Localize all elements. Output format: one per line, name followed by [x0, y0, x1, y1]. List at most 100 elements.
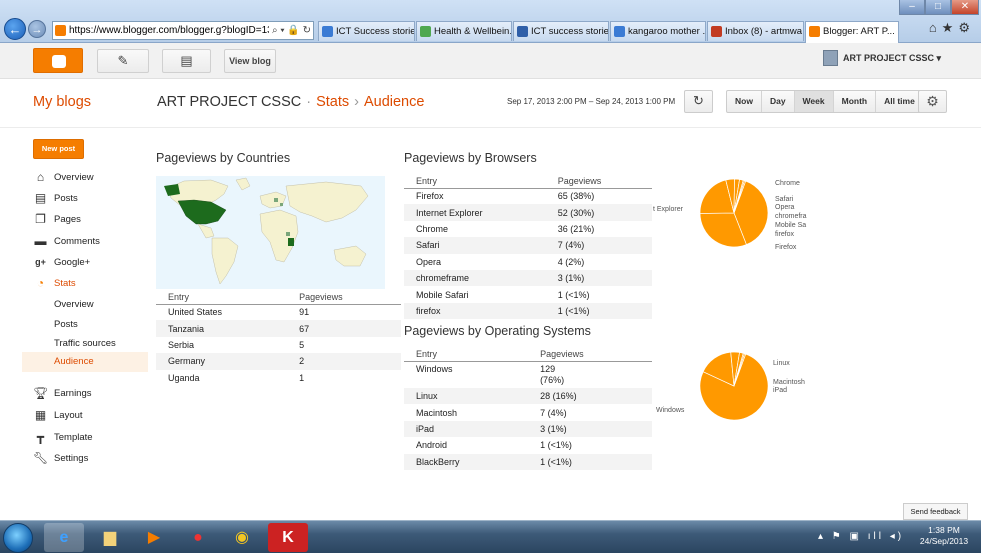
settings-button[interactable]: ⚙ [918, 90, 947, 113]
range-alltime-button[interactable]: All time [876, 91, 923, 112]
table-row[interactable]: Firefox 65 (38%) [404, 188, 652, 204]
pie-label: Firefox [775, 244, 797, 251]
range-now-button[interactable]: Now [727, 91, 762, 112]
new-post-pencil-button[interactable]: ✎ [97, 49, 149, 73]
pie-label: Windows [656, 407, 685, 414]
tab-favicon-icon [809, 26, 820, 37]
map-germany [274, 198, 278, 202]
table-row[interactable]: Mobile Safari 1 (<1%) [404, 286, 652, 302]
table-row[interactable]: Tanzania 67 [156, 320, 401, 337]
send-feedback-button[interactable]: Send feedback [903, 503, 968, 520]
range-month-button[interactable]: Month [834, 91, 877, 112]
table-row[interactable]: Serbia 5 [156, 337, 401, 353]
table-row[interactable]: Chrome 36 (21%) [404, 221, 652, 237]
google-plus-icon: g+ [35, 257, 46, 267]
forward-button[interactable]: → [28, 20, 46, 38]
table-row[interactable]: Internet Explorer 52 (30%) [404, 204, 652, 221]
tab-favicon-icon [420, 26, 431, 37]
explorer-icon[interactable]: ▆ [90, 523, 130, 552]
system-tray[interactable]: ▴ ⚑ ▣ ıll ◂) [818, 531, 904, 542]
table-cell: 65 (38%) [557, 191, 595, 202]
tab-kangaroo[interactable]: kangaroo mother ... [610, 21, 706, 41]
table-row[interactable]: Germany 2 [156, 353, 401, 370]
sidebar-item-template[interactable]: ┳ Template [33, 430, 93, 445]
table-row[interactable]: Windows 129 (76%) [404, 361, 652, 388]
table-row[interactable]: BlackBerry 1 (<1%) [404, 453, 652, 470]
map-uganda [286, 232, 290, 236]
sidebar-sub-overview[interactable]: Overview [54, 297, 94, 312]
stats-link[interactable]: Stats [316, 94, 349, 110]
close-window-button[interactable]: ✕ [951, 0, 979, 15]
range-day-button[interactable]: Day [762, 91, 795, 112]
table-row[interactable]: iPad 3 (1%) [404, 420, 652, 438]
view-blog-button[interactable]: View blog [224, 49, 276, 73]
chrome-icon[interactable]: ◉ [222, 523, 262, 552]
table-cell: 7 (4%) [557, 237, 652, 254]
tab-label: Blogger: ART P... [823, 26, 895, 37]
range-week-button[interactable]: Week [794, 91, 834, 112]
sidebar-item-layout[interactable]: ▦ Layout [33, 408, 83, 423]
sidebar-item-comments[interactable]: ▬ Comments [33, 234, 100, 249]
table-row[interactable]: firefox 1 (<1%) [404, 302, 652, 320]
sidebar-item-earnings[interactable]: 🏆︎ Earnings [33, 386, 92, 401]
search-lock-refresh-icon[interactable]: ⌕ ▾ 🔒 ↻ [269, 22, 311, 39]
table-cell: Linux [404, 388, 541, 405]
table-cell: 7 (4%) [540, 407, 567, 418]
ie-icon[interactable]: e [44, 523, 84, 552]
address-bar[interactable]: https://www.blogger.com/blogger.g?blogID… [52, 21, 314, 40]
tab-favicon-icon [614, 26, 625, 37]
table-row[interactable]: Opera 4 (2%) [404, 254, 652, 270]
sidebar-item-pages[interactable]: ❐ Pages [33, 212, 81, 227]
blogger-logo-button[interactable] [33, 48, 83, 73]
home-favorites-tools-icon[interactable]: ⌂★⚙ [929, 20, 975, 36]
table-row[interactable]: United States 91 [156, 304, 401, 320]
kaspersky-icon[interactable]: K [268, 523, 308, 552]
table-cell: 36 (21%) [557, 223, 595, 234]
start-button[interactable] [3, 523, 33, 553]
tab-ict-success[interactable]: ICT Success stories... [318, 21, 415, 41]
sidebar-item-google-plus[interactable]: g+ Google+ [33, 255, 90, 270]
pencil-icon: ✎ [117, 53, 129, 68]
sidebar-item-stats[interactable]: ◔ Stats [33, 276, 76, 291]
tab-inbox[interactable]: Inbox (8) - artmwa... [707, 21, 804, 41]
table-header-row: Entry Pageviews [156, 291, 401, 305]
sidebar-sub-audience[interactable]: Audience [22, 352, 148, 372]
sidebar-sub-posts[interactable]: Posts [54, 317, 78, 332]
world-map-svg [164, 177, 369, 285]
column-header: Pageviews [299, 291, 401, 305]
table-cell: 3 (1%) [557, 269, 652, 287]
minimize-button[interactable]: – [899, 0, 925, 15]
new-post-button[interactable]: New post [33, 139, 84, 159]
tab-ict-success-2[interactable]: ICT success stories [513, 21, 609, 41]
sidebar-sub-traffic-sources[interactable]: Traffic sources [54, 336, 116, 351]
tab-health[interactable]: Health & Wellbein... [416, 21, 512, 41]
tab-blogger[interactable]: Blogger: ART P... [805, 21, 899, 43]
table-cell: Opera [416, 256, 442, 267]
clock[interactable]: 1:38 PM 24/Sep/2013 [912, 525, 976, 547]
opera-icon[interactable]: ● [178, 523, 218, 552]
table-row[interactable]: Uganda 1 [156, 370, 401, 386]
pie-label: Mobile Sa [775, 222, 806, 229]
table-row[interactable]: chromeframe 3 (1%) [404, 269, 652, 287]
posts-list-button[interactable]: ▤ [162, 49, 211, 73]
map-australia [333, 245, 367, 267]
table-row[interactable]: Linux 28 (16%) [404, 388, 652, 405]
refresh-button[interactable]: ↻ [684, 90, 713, 113]
table-row[interactable]: Safari 7 (4%) [404, 237, 652, 254]
table-cell: 2 [299, 353, 401, 370]
account-menu[interactable]: ART PROJECT CSSC ▾ [823, 50, 941, 66]
back-button[interactable]: ← [4, 18, 26, 40]
sidebar-item-posts[interactable]: ▤ Posts [33, 191, 78, 206]
maximize-button[interactable]: □ [925, 0, 951, 15]
my-blogs-link[interactable]: My blogs [33, 94, 91, 110]
table-row[interactable]: Android 1 (<1%) [404, 437, 652, 453]
media-icon[interactable]: ▶ [134, 523, 174, 552]
sidebar-item-overview[interactable]: ⌂ Overview [33, 170, 94, 185]
stats-header: My blogs ART PROJECT CSSC · Stats › Audience… [0, 80, 981, 128]
table-row[interactable]: Macintosh 7 (4%) [404, 404, 652, 420]
pie-label: Safari [775, 196, 794, 203]
clock-date: 24/Sep/2013 [919, 536, 969, 546]
countries-title: Pageviews by Countries [156, 151, 291, 165]
sidebar-item-settings[interactable]: 🔧︎ Settings [33, 451, 88, 466]
gear-icon: ⚙ [926, 93, 939, 109]
